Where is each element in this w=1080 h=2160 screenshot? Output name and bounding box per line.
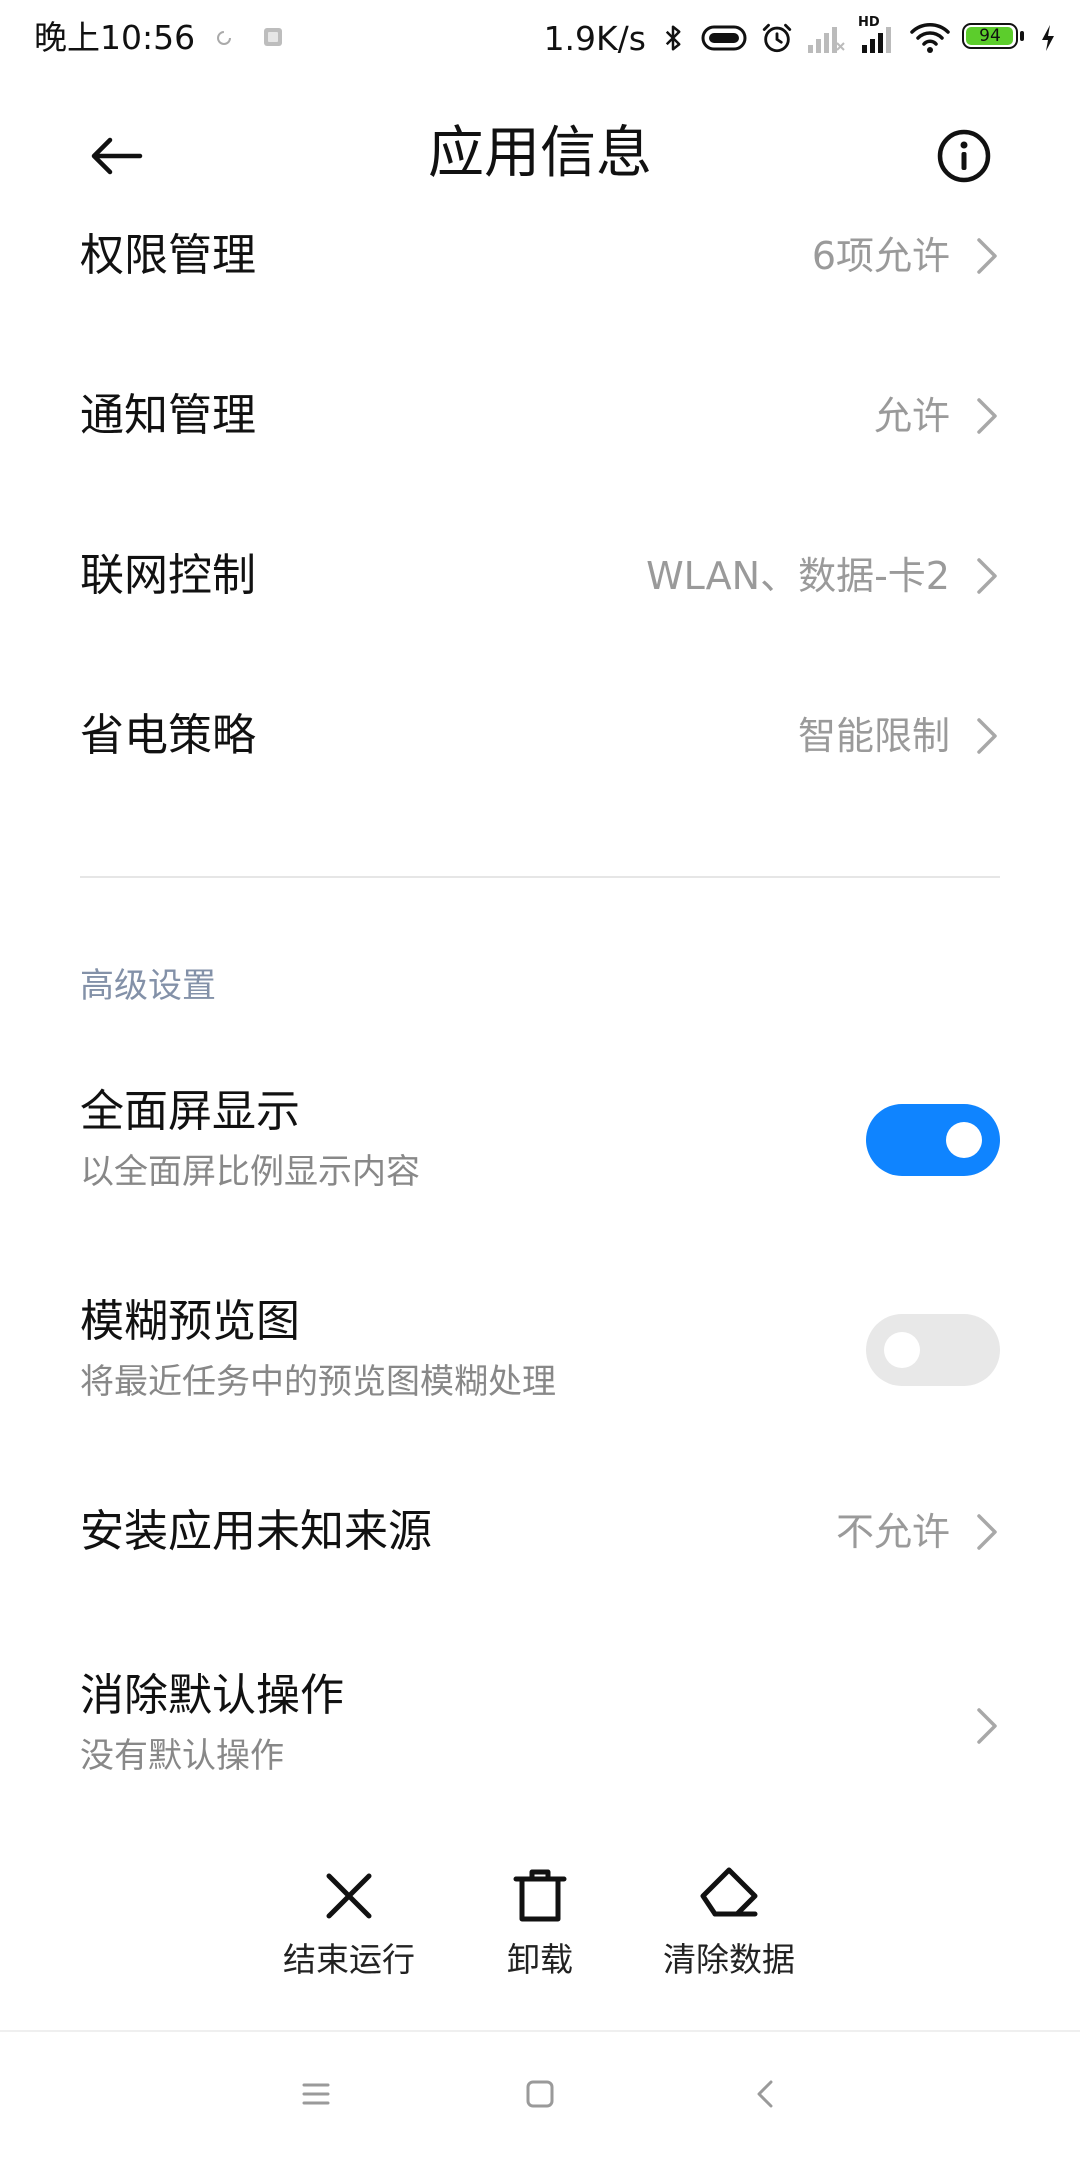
loading-icon: [217, 31, 231, 45]
fullscreen-display-title: 全面屏显示: [80, 1086, 300, 1137]
home-icon[interactable]: [522, 2076, 558, 2112]
chevron-right-icon: [977, 1514, 997, 1550]
network-speed: 1.9K/s: [543, 18, 646, 58]
blur-preview-toggle[interactable]: [866, 1314, 1000, 1386]
permissions-title: 权限管理: [80, 230, 256, 281]
signal-sim2-icon: [862, 27, 891, 53]
network-control-title: 联网控制: [80, 550, 256, 601]
clear-defaults-row[interactable]: 消除默认操作 没有默认操作: [0, 1660, 1080, 1790]
blur-preview-row[interactable]: 模糊预览图 将最近任务中的预览图模糊处理: [0, 1284, 1080, 1414]
navigation-bar: [0, 2032, 1080, 2160]
fullscreen-display-toggle[interactable]: [866, 1104, 1000, 1176]
fullscreen-display-row[interactable]: 全面屏显示 以全面屏比例显示内容: [0, 1074, 1080, 1204]
blur-preview-title: 模糊预览图: [80, 1296, 300, 1347]
advanced-section-label: 高级设置: [80, 966, 216, 1006]
signal-sim2: HD: [858, 15, 898, 55]
chevron-right-icon: [977, 238, 997, 274]
clear-data-label: 清除数据: [663, 1940, 795, 1979]
notifications-title: 通知管理: [80, 390, 256, 441]
battery-saver-value: 智能限制: [797, 714, 950, 758]
clear-defaults-title: 消除默认操作: [80, 1670, 344, 1721]
network-control-row[interactable]: 联网控制 WLAN、数据-卡2: [0, 534, 1080, 624]
unknown-sources-row[interactable]: 安装应用未知来源 不允许: [0, 1490, 1080, 1580]
fullscreen-display-subtitle: 以全面屏比例显示内容: [80, 1152, 420, 1192]
battery-saver-title: 省电策略: [80, 710, 256, 761]
info-button[interactable]: [934, 126, 994, 186]
charging-icon: [1042, 25, 1054, 51]
battery-saver-row[interactable]: 省电策略 智能限制: [0, 694, 1080, 784]
section-divider: [80, 876, 1000, 878]
status-icons: 1.9K/s HD 94: [544, 14, 1058, 62]
uninstall-button[interactable]: 卸载: [455, 1866, 625, 1980]
uninstall-label: 卸载: [507, 1940, 573, 1979]
chevron-right-icon: [977, 718, 997, 754]
clear-data-button[interactable]: 清除数据: [644, 1866, 814, 1980]
page-title: 应用信息: [428, 121, 652, 186]
info-icon: [937, 129, 991, 183]
chevron-right-icon: [977, 398, 997, 434]
permissions-value: 6项允许: [811, 234, 950, 278]
bluetooth-icon: [665, 25, 681, 51]
app-notification-icon: [264, 28, 282, 46]
force-stop-label: 结束运行: [283, 1940, 415, 1979]
signal-sim1-icon: [808, 27, 845, 53]
toggle-knob: [946, 1122, 982, 1158]
force-stop-button[interactable]: 结束运行: [264, 1866, 434, 1980]
close-icon: [326, 1873, 372, 1919]
notifications-row[interactable]: 通知管理 允许: [0, 374, 1080, 464]
unknown-sources-title: 安装应用未知来源: [80, 1506, 432, 1557]
status-bar: 晚上10:56 1.9K/s HD 94: [0, 0, 1080, 78]
alarm-icon: [762, 23, 792, 53]
menu-icon[interactable]: [298, 2076, 334, 2112]
vibrate-icon: [701, 25, 747, 51]
status-time: 晚上10:56: [34, 18, 196, 57]
battery-icon: 94: [962, 23, 1026, 53]
unknown-sources-value: 不允许: [835, 1510, 950, 1554]
notifications-value: 允许: [873, 394, 950, 438]
chevron-right-icon: [977, 1708, 997, 1744]
permissions-row[interactable]: 权限管理 6项允许: [0, 214, 1080, 304]
blur-preview-subtitle: 将最近任务中的预览图模糊处理: [80, 1362, 556, 1402]
battery-level: 94: [979, 26, 1001, 46]
app-header: 应用信息: [0, 100, 1080, 210]
eraser-icon: [700, 1867, 758, 1917]
clear-defaults-subtitle: 没有默认操作: [80, 1736, 284, 1776]
trash-icon: [513, 1869, 567, 1922]
chevron-right-icon: [977, 558, 997, 594]
network-control-value: WLAN、数据-卡2: [646, 554, 950, 598]
wifi-icon: [910, 23, 950, 53]
toggle-knob: [884, 1332, 920, 1368]
back-nav-icon[interactable]: [748, 2076, 784, 2112]
